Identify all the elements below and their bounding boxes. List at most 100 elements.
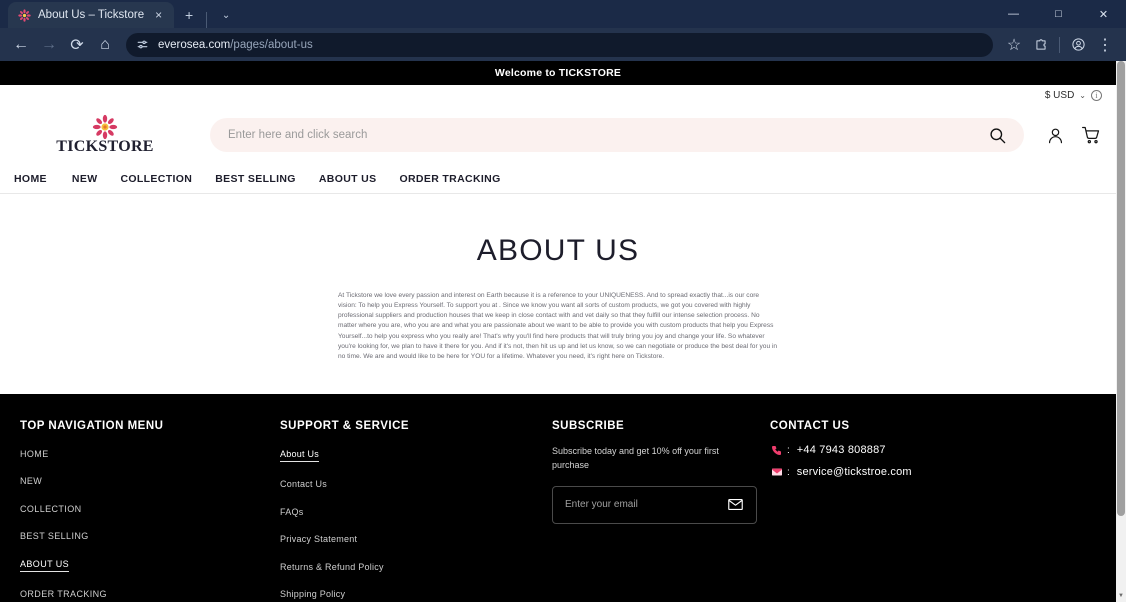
footer-column-contact-us: CONTACT US : +44 7943 808887: service@t…	[770, 420, 1070, 602]
nav-item-new[interactable]: NEW	[72, 173, 121, 185]
account-circle-icon[interactable]	[1065, 32, 1091, 58]
flower-favicon-icon	[18, 8, 31, 22]
new-tab-button[interactable]: +	[176, 2, 202, 28]
forward-icon[interactable]: →	[36, 32, 62, 58]
footer-link-best-selling[interactable]: BEST SELLING	[20, 531, 89, 541]
address-bar[interactable]: everosea.com/pages/about-us	[126, 32, 993, 57]
footer-title-contact-us: CONTACT US	[770, 419, 850, 432]
nav-item-about-us[interactable]: ABOUT US	[319, 173, 400, 185]
close-window-button[interactable]: ✕	[1081, 0, 1126, 28]
browser-toolbar: ← → ⟳ ⌂ everosea.com/pages/about-us ☆ ⋮	[0, 28, 1126, 61]
toolbar-right-group: ☆ ⋮	[1001, 32, 1118, 58]
footer-link-row: HOME	[20, 444, 280, 472]
footer-link-returns-refund-policy[interactable]: Returns & Refund Policy	[280, 562, 384, 572]
nav-item-collection[interactable]: COLLECTION	[120, 173, 215, 185]
site-logo[interactable]: TICKSTORE	[0, 114, 200, 156]
newsletter-signup[interactable]	[552, 485, 757, 524]
tab-search-chevron-down-icon[interactable]: ⌄	[213, 2, 239, 28]
footer-link-row: NEW	[20, 471, 280, 499]
chevron-down-icon[interactable]: ⌄	[1079, 91, 1086, 100]
contact-phone-value[interactable]: +44 7943 808887	[797, 444, 886, 456]
site-settings-tune-icon[interactable]	[134, 37, 150, 53]
announcement-bar: Welcome to TICKSTORE	[0, 61, 1116, 85]
contact-separator: :	[787, 466, 790, 478]
back-icon[interactable]: ←	[8, 32, 34, 58]
browser-tab[interactable]: About Us – Tickstore ×	[8, 2, 175, 28]
currency-label: $ USD	[1044, 90, 1075, 101]
reload-icon[interactable]: ⟳	[64, 32, 90, 58]
footer-link-row: Privacy Statement	[280, 529, 552, 557]
browser-window: About Us – Tickstore × + ⌄ — □ ✕ ← → ⟳ ⌂…	[0, 0, 1126, 602]
search-area	[200, 118, 1034, 152]
contact-email-row: : service@tickstroe.com	[770, 466, 1070, 479]
scrollbar-thumb[interactable]	[1117, 61, 1125, 516]
footer-link-collection[interactable]: COLLECTION	[20, 504, 82, 514]
envelope-icon[interactable]	[726, 496, 744, 514]
flower-logo-icon	[92, 114, 118, 140]
page-title: ABOUT US	[476, 234, 640, 267]
window-controls: — □ ✕	[991, 0, 1126, 28]
bookmark-star-icon[interactable]: ☆	[1001, 32, 1027, 58]
page-viewport: Welcome to TICKSTORE $ USD ⌄ i TICKSTORE…	[0, 61, 1126, 602]
site-footer: TOP NAVIGATION MENU HOME NEW COLLECTION …	[0, 393, 1116, 602]
home-icon[interactable]: ⌂	[92, 32, 118, 58]
footer-link-row: ORDER TRACKING	[20, 584, 280, 602]
url-text: everosea.com/pages/about-us	[158, 39, 313, 51]
email-input[interactable]	[565, 499, 726, 511]
footer-link-row: Returns & Refund Policy	[280, 557, 552, 585]
nav-item-order-tracking[interactable]: ORDER TRACKING	[399, 173, 523, 185]
maximize-button[interactable]: □	[1036, 0, 1081, 28]
scroll-down-arrow-icon[interactable]: ▼	[1117, 592, 1125, 600]
header-icons	[1034, 124, 1102, 146]
page-content: Welcome to TICKSTORE $ USD ⌄ i TICKSTORE…	[0, 61, 1116, 602]
footer-link-row: FAQs	[280, 502, 552, 530]
footer-link-order-tracking[interactable]: ORDER TRACKING	[20, 589, 107, 599]
info-icon[interactable]: i	[1091, 90, 1102, 101]
footer-link-privacy-statement[interactable]: Privacy Statement	[280, 534, 357, 544]
announcement-text: Welcome to TICKSTORE	[494, 67, 622, 79]
footer-link-new[interactable]: NEW	[20, 476, 42, 486]
divider	[1059, 36, 1060, 53]
divider	[206, 12, 208, 28]
phone-icon	[770, 444, 783, 457]
search-icon[interactable]	[986, 124, 1008, 146]
footer-link-about-us[interactable]: ABOUT US	[20, 559, 70, 572]
main-navigation: HOME NEW COLLECTION BEST SELLING ABOUT U…	[0, 164, 1116, 194]
footer-link-contact-us[interactable]: Contact Us	[280, 479, 327, 489]
tab-strip: About Us – Tickstore × + ⌄ — □ ✕	[0, 0, 1126, 28]
contact-email-value[interactable]: service@tickstroe.com	[797, 466, 912, 478]
footer-title-top-navigation: TOP NAVIGATION MENU	[20, 419, 164, 432]
browser-menu-icon[interactable]: ⋮	[1092, 32, 1118, 58]
contact-phone-row: : +44 7943 808887	[770, 444, 1070, 457]
footer-link-row: Shipping Policy	[280, 584, 552, 602]
footer-link-row: ABOUT US	[20, 554, 280, 585]
footer-title-support-service: SUPPORT & SERVICE	[280, 419, 410, 432]
url-path: /pages/about-us	[230, 38, 313, 51]
about-body-text: At Tickstore we love every passion and i…	[338, 292, 778, 360]
search-bar[interactable]	[210, 118, 1024, 152]
page-scrollbar[interactable]: ▲ ▼	[1116, 61, 1126, 602]
minimize-button[interactable]: —	[991, 0, 1036, 28]
footer-column-top-navigation: TOP NAVIGATION MENU HOME NEW COLLECTION …	[0, 420, 280, 602]
nav-item-home[interactable]: HOME	[14, 173, 72, 185]
footer-column-support-service: SUPPORT & SERVICE About Us Contact Us FA…	[280, 420, 552, 602]
footer-link-row: COLLECTION	[20, 499, 280, 527]
footer-link-faqs[interactable]: FAQs	[280, 507, 304, 517]
main-content: ABOUT US At Tickstore we love every pass…	[0, 194, 1116, 362]
extensions-puzzle-icon[interactable]	[1028, 32, 1054, 58]
nav-item-best-selling[interactable]: BEST SELLING	[215, 173, 319, 185]
cart-icon[interactable]	[1080, 124, 1102, 146]
search-input[interactable]	[228, 129, 986, 141]
currency-selector[interactable]: $ USD ⌄ i	[0, 85, 1116, 106]
site-header: TICKSTORE	[0, 106, 1116, 164]
mail-icon	[770, 466, 783, 479]
user-icon[interactable]	[1044, 124, 1066, 146]
url-domain: everosea.com	[158, 38, 231, 51]
footer-link-row: Contact Us	[280, 474, 552, 502]
footer-link-row: About Us	[280, 444, 552, 475]
footer-link-shipping-policy[interactable]: Shipping Policy	[280, 589, 345, 599]
close-icon[interactable]: ×	[151, 8, 166, 23]
footer-link-row: BEST SELLING	[20, 526, 280, 554]
footer-link-home[interactable]: HOME	[20, 449, 49, 459]
footer-link-about-us-support[interactable]: About Us	[280, 449, 320, 462]
